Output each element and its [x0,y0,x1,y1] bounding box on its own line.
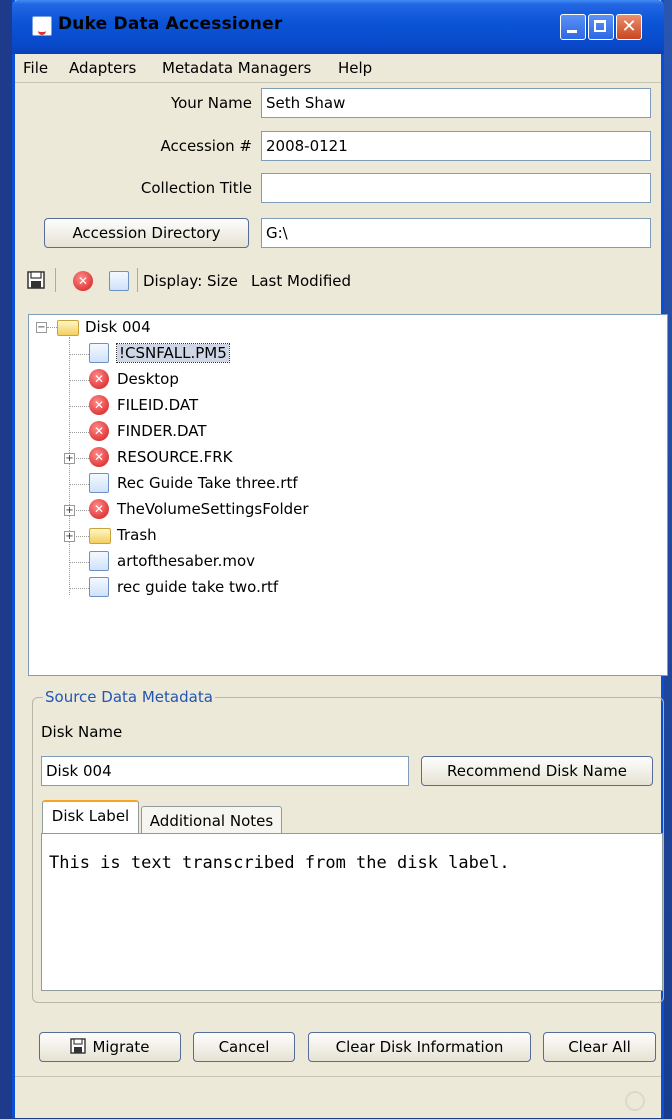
group-title: Source Data Metadata [43,688,215,706]
window-title: Duke Data Accessioner [58,14,283,34]
accession-directory-field[interactable]: G:\ [261,218,651,248]
collapse-toggle[interactable]: − [36,322,47,333]
error-icon[interactable]: ✕ [73,271,93,291]
tab-disk-label[interactable]: Disk Label [42,800,139,834]
tree-item-label: !CSNFALL.PM5 [116,343,230,363]
tree-item-label: Trash [117,526,157,544]
recommend-disk-name-button[interactable]: Recommend Disk Name [421,756,653,786]
resize-grip-icon[interactable] [625,1091,645,1111]
folder-icon [57,320,79,336]
collection-title-label: Collection Title [140,179,252,197]
collection-title-field[interactable] [261,173,651,203]
tab-additional-notes[interactable]: Additional Notes [141,806,282,836]
display-label: Display: [143,272,203,290]
error-icon: ✕ [89,499,109,519]
tree-item-label: FILEID.DAT [117,396,199,414]
clear-all-button[interactable]: Clear All [543,1032,656,1062]
menu-file[interactable]: File [23,59,48,77]
expand-toggle[interactable]: + [64,531,75,542]
tree-item-label: artofthesaber.mov [117,552,256,570]
status-bar [15,1076,661,1119]
display-last-modified-option[interactable]: Last Modified [251,272,351,290]
menu-help[interactable]: Help [338,59,372,77]
tree-item-label: RESOURCE.FRK [117,448,233,466]
error-icon: ✕ [89,447,109,467]
tree-item-label: FINDER.DAT [117,422,207,440]
tree-item-label: rec guide take two.rtf [117,578,279,596]
accession-number-field[interactable]: 2008-0121 [261,131,651,161]
accession-directory-button[interactable]: Accession Directory [44,218,249,248]
error-icon: ✕ [89,369,109,389]
cancel-button[interactable]: Cancel [193,1032,295,1062]
file-icon [89,577,109,597]
expand-toggle[interactable]: + [64,505,75,516]
menu-adapters[interactable]: Adapters [69,59,136,77]
tree-item-label: Rec Guide Take three.rtf [117,474,298,492]
tree-item-label: TheVolumeSettingsFolder [117,500,309,518]
your-name-label: Your Name [170,94,252,112]
close-button[interactable]: ✕ [616,14,642,40]
expand-toggle[interactable]: + [64,453,75,464]
error-icon: ✕ [89,395,109,415]
menu-bar: File Adapters Metadata Managers Help [15,54,661,83]
save-icon[interactable] [27,271,45,289]
accession-number-label: Accession # [160,137,252,155]
folder-icon [89,528,111,544]
error-icon: ✕ [89,421,109,441]
file-icon [89,473,109,493]
menu-metadata-managers[interactable]: Metadata Managers [162,59,311,77]
file-icon[interactable] [109,271,129,291]
clear-disk-information-button[interactable]: Clear Disk Information [308,1032,531,1062]
file-icon [89,343,109,363]
save-icon [70,1038,87,1054]
disk-name-field[interactable]: Disk 004 [41,756,409,786]
toolbar: ✕ Display: Size Last Modified [15,262,661,300]
migrate-button[interactable]: Migrate [39,1032,181,1062]
maximize-button[interactable] [588,14,614,40]
display-size-option[interactable]: Size [207,272,238,290]
app-window: Duke Data Accessioner ✕ File Adapters Me… [12,0,668,1119]
java-icon [32,16,52,36]
title-bar[interactable]: Duke Data Accessioner ✕ [12,0,664,54]
file-tree: − Disk 004 !CSNFALL.PM5 ✕ Desktop ✕ FILEID.D… [28,314,668,676]
file-icon [89,551,109,571]
disk-label-text: This is text transcribed from the disk l… [49,853,510,873]
close-icon: ✕ [621,16,637,37]
tree-item-label: Desktop [117,370,179,388]
minimize-button[interactable] [560,14,586,40]
your-name-field[interactable]: Seth Shaw [261,88,651,118]
disk-name-label: Disk Name [41,723,123,741]
